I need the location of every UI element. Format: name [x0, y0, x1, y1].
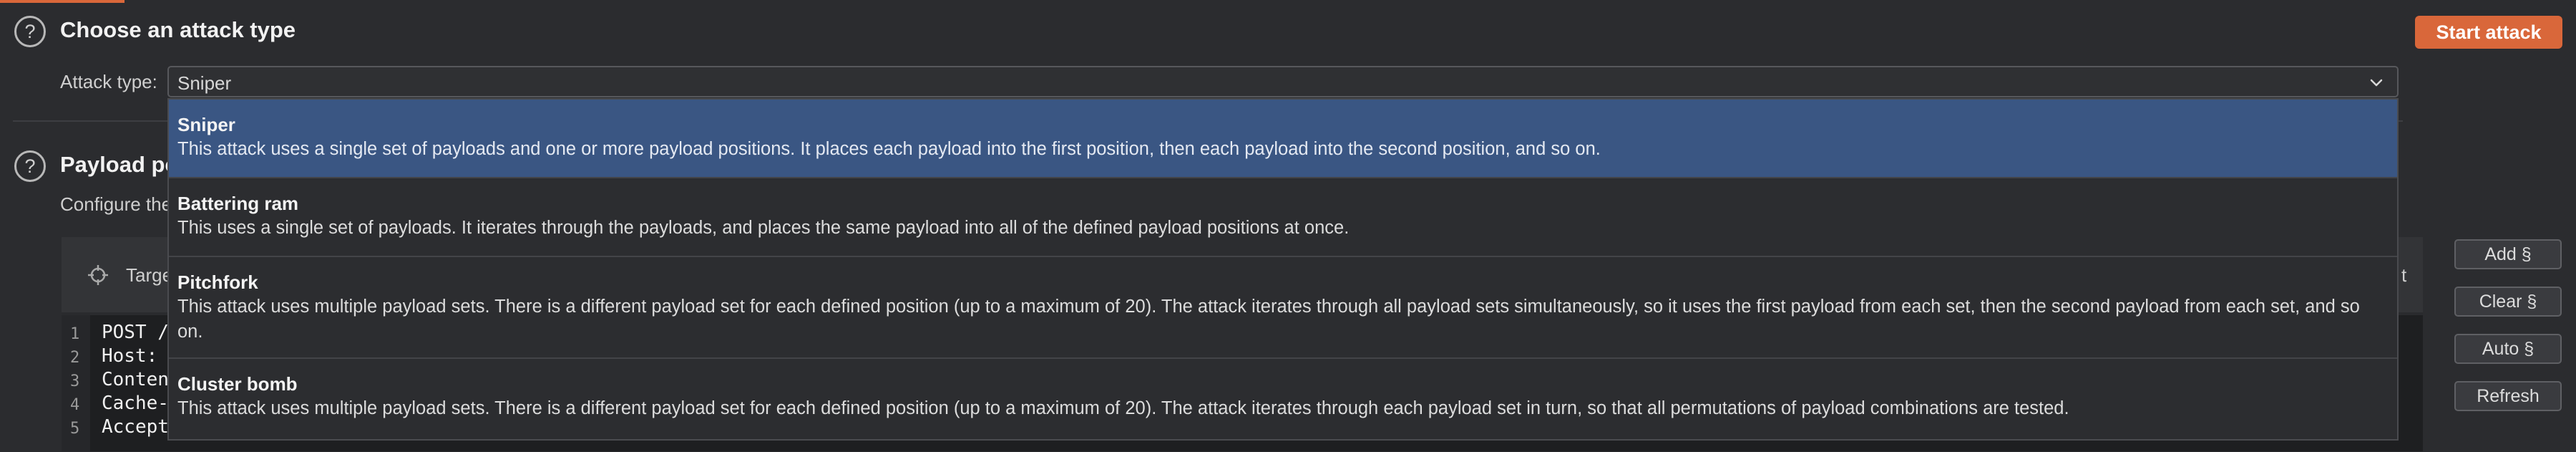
code-line: Conten — [102, 369, 169, 390]
attack-type-section-title: Choose an attack type — [60, 17, 296, 42]
code-line: Host: — [102, 345, 158, 367]
option-name: Battering ram — [177, 193, 299, 214]
option-description: This attack uses a single set of payload… — [177, 139, 1601, 159]
line-number: 3 — [70, 372, 80, 390]
code-line: Accept — [102, 416, 169, 438]
option-description: This attack uses multiple payload sets. … — [177, 398, 2069, 418]
option-description: This attack uses multiple payload sets. … — [177, 297, 2360, 342]
chevron-down-icon — [2370, 79, 2383, 87]
clear-markers-button[interactable]: Clear § — [2454, 287, 2562, 317]
option-name: Cluster bomb — [177, 373, 298, 395]
option-description: This uses a single set of payloads. It i… — [177, 218, 1350, 238]
attack-type-dropdown-list: Sniper This attack uses a single set of … — [167, 98, 2399, 441]
option-name: Pitchfork — [177, 271, 258, 293]
dropdown-option-sniper[interactable]: Sniper This attack uses a single set of … — [169, 100, 2397, 178]
dropdown-option-cluster-bomb[interactable]: Cluster bomb This attack uses multiple p… — [169, 359, 2397, 439]
line-number: 5 — [70, 420, 80, 438]
dropdown-option-pitchfork[interactable]: Pitchfork This attack uses multiple payl… — [169, 257, 2397, 359]
code-line: POST / — [102, 322, 169, 343]
help-icon[interactable]: ? — [14, 150, 46, 182]
code-line: Cache- — [102, 393, 169, 414]
line-number: 1 — [70, 325, 80, 343]
dropdown-option-battering-ram[interactable]: Battering ram This uses a single set of … — [169, 178, 2397, 257]
auto-markers-button[interactable]: Auto § — [2454, 334, 2562, 364]
refresh-button[interactable]: Refresh — [2454, 381, 2562, 411]
target-right-text: t — [2401, 264, 2407, 286]
payload-positions-description: Configure the — [60, 193, 172, 215]
start-attack-button[interactable]: Start attack — [2415, 16, 2562, 49]
target-label: Targe — [126, 264, 173, 286]
crosshair-icon — [88, 265, 108, 285]
help-icon[interactable]: ? — [14, 16, 46, 47]
line-number: 4 — [70, 396, 80, 414]
payload-positions-title: Payload po — [60, 152, 179, 177]
attack-type-select[interactable]: Sniper — [167, 66, 2399, 97]
attack-type-selected-value: Sniper — [177, 72, 232, 94]
option-name: Sniper — [177, 114, 235, 135]
attack-type-label: Attack type: — [60, 71, 157, 92]
active-tab-indicator — [0, 0, 125, 3]
add-marker-button[interactable]: Add § — [2454, 239, 2562, 269]
line-number: 2 — [70, 349, 80, 367]
